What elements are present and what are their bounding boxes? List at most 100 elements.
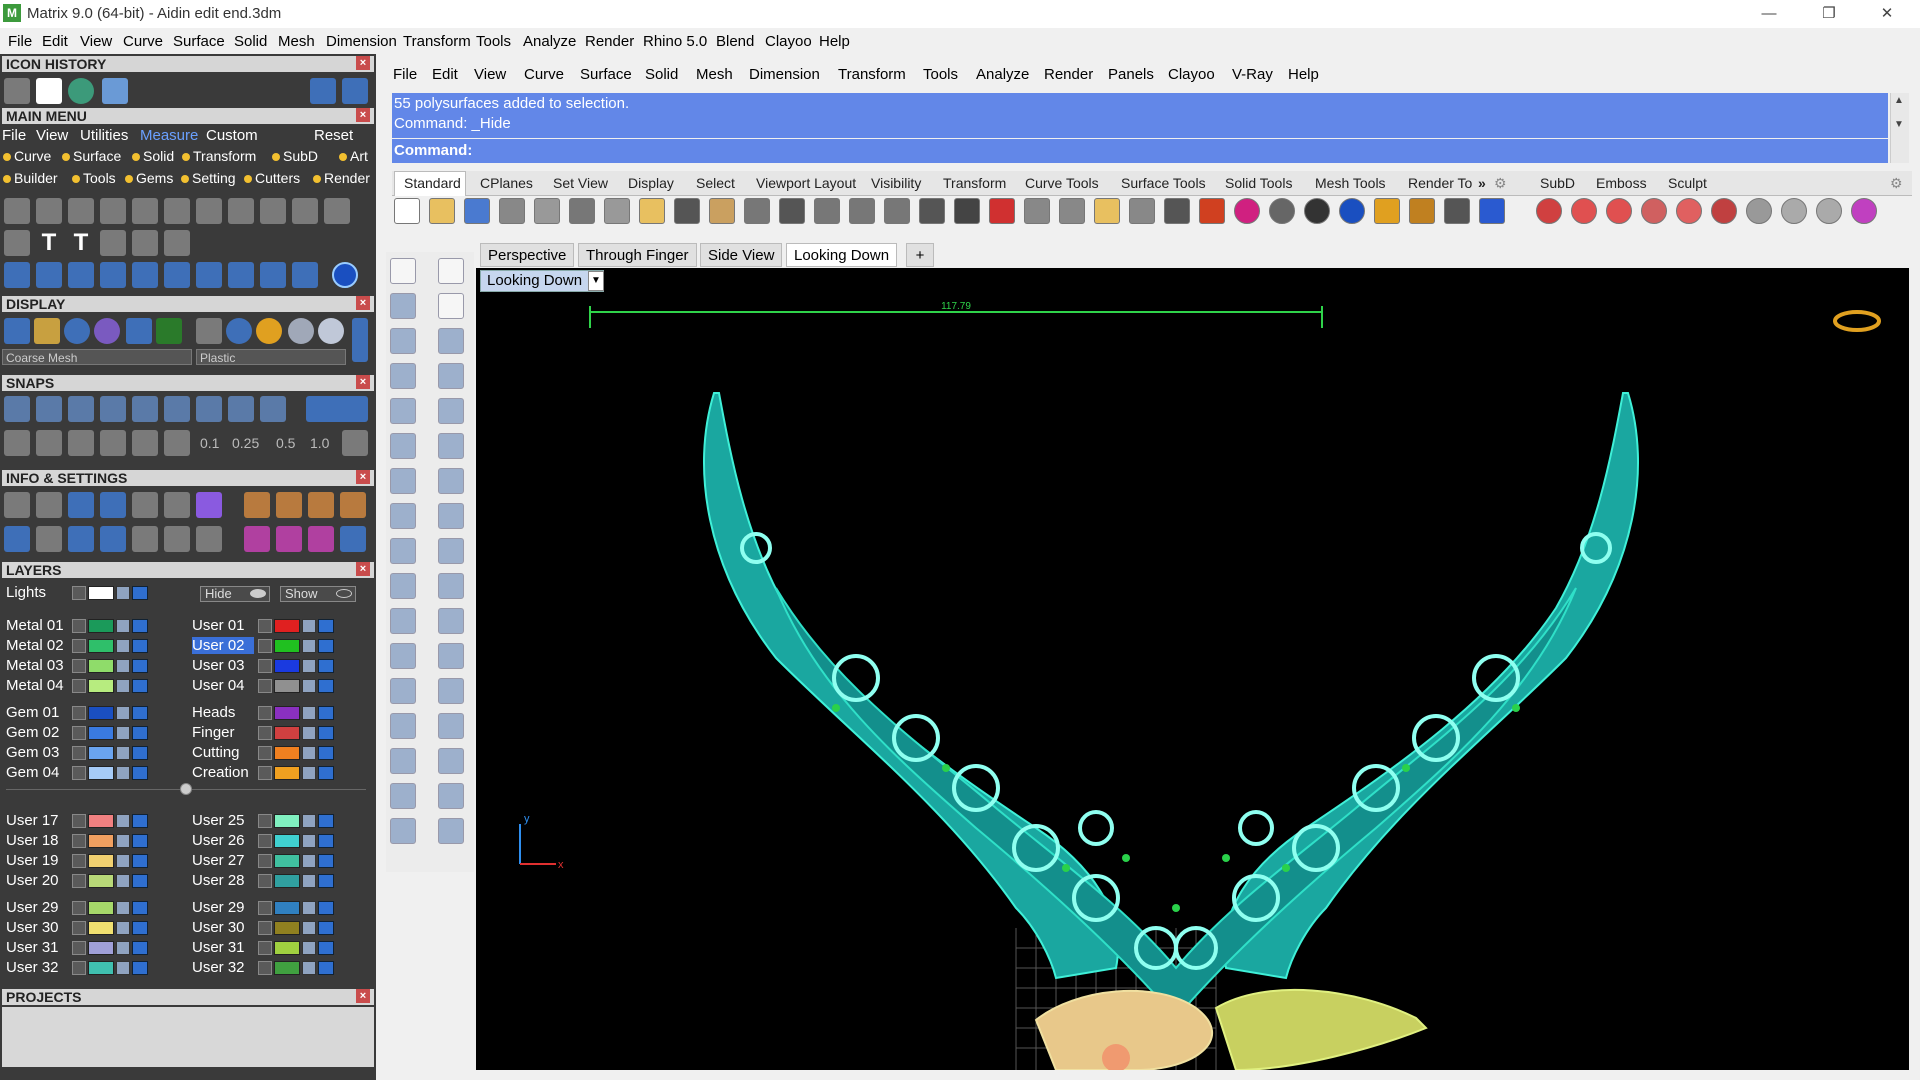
lock-icon[interactable] <box>116 726 130 740</box>
blue-material-icon[interactable] <box>226 318 252 344</box>
category-subd[interactable]: SubD <box>272 148 318 164</box>
text-tool-icon[interactable]: T <box>36 230 62 256</box>
outer-menu-edit[interactable]: Edit <box>42 33 68 50</box>
info-settings-close-icon[interactable]: × <box>356 470 370 484</box>
snap-icon[interactable] <box>1094 198 1120 224</box>
layer-name[interactable]: User 17 <box>6 812 68 829</box>
visibility-icon[interactable] <box>318 901 334 915</box>
layer-color-swatch[interactable] <box>274 901 300 915</box>
pen-icon[interactable] <box>1374 198 1400 224</box>
lock-icon[interactable] <box>302 874 316 888</box>
layers-info-icon[interactable] <box>100 492 126 518</box>
shaded-display-icon[interactable] <box>64 318 90 344</box>
rectangle-icon[interactable] <box>438 363 464 389</box>
help-icon[interactable] <box>1479 198 1505 224</box>
layer-name[interactable]: User 29 <box>6 899 68 916</box>
info-settings-header[interactable]: INFO & SETTINGS × <box>2 470 374 486</box>
layer-name[interactable]: User 18 <box>6 832 68 849</box>
car-icon[interactable] <box>989 198 1015 224</box>
lock-icon[interactable] <box>302 679 316 693</box>
four-views-icon[interactable] <box>954 198 980 224</box>
diameter-tool-icon[interactable] <box>260 198 286 224</box>
visibility-icon[interactable] <box>318 679 334 693</box>
category-render[interactable]: Render <box>313 170 370 186</box>
left-layer-row[interactable]: User 19 <box>6 852 176 870</box>
category-art[interactable]: Art <box>339 148 368 164</box>
color-wheel-icon[interactable] <box>1234 198 1260 224</box>
layer-name[interactable]: User 30 <box>6 919 68 936</box>
analyze-icon[interactable] <box>438 713 464 739</box>
layer-expand-icon[interactable] <box>72 961 86 975</box>
visibility-icon[interactable] <box>132 639 148 653</box>
layer-color-swatch[interactable] <box>88 854 114 868</box>
snaps-close-icon[interactable]: × <box>356 375 370 389</box>
question-icon[interactable] <box>1781 198 1807 224</box>
visibility-icon[interactable] <box>318 659 334 673</box>
outer-menu-blend[interactable]: Blend <box>716 33 754 50</box>
layer-color-swatch[interactable] <box>274 941 300 955</box>
category-cutters[interactable]: Cutters <box>244 170 300 186</box>
visibility-icon[interactable] <box>132 586 148 600</box>
layer-expand-icon[interactable] <box>258 961 272 975</box>
left-layer-row[interactable]: Metal 04 <box>6 677 176 695</box>
shoe-icon[interactable] <box>438 818 464 844</box>
selection-icon[interactable] <box>164 526 190 552</box>
lighting-info-icon[interactable] <box>276 526 302 552</box>
matrix-logo-icon[interactable] <box>68 78 94 104</box>
layer-expand-icon[interactable] <box>72 586 86 600</box>
open-folder-icon[interactable] <box>102 78 128 104</box>
lock-icon[interactable] <box>302 726 316 740</box>
hatch-tool-icon[interactable] <box>100 230 126 256</box>
measure-tool-icon[interactable] <box>100 198 126 224</box>
layer-expand-icon[interactable] <box>72 746 86 760</box>
hexagon-icon[interactable] <box>390 398 416 424</box>
layer-name[interactable]: Gem 04 <box>6 764 68 781</box>
snap-value-10[interactable]: 1.0 <box>310 435 329 451</box>
layer-expand-icon[interactable] <box>258 639 272 653</box>
outer-menu-view[interactable]: View <box>80 33 112 50</box>
layer-expand-icon[interactable] <box>258 746 272 760</box>
outer-menu-clayoo[interactable]: Clayoo <box>765 33 812 50</box>
hide-layers-button[interactable]: Hide <box>200 586 270 602</box>
history-back-icon[interactable] <box>310 78 336 104</box>
layer-color-swatch[interactable] <box>88 679 114 693</box>
outer-menu-render[interactable]: Render <box>585 33 634 50</box>
viewport-tab-looking-down[interactable]: Looking Down <box>786 243 898 267</box>
shaded-sphere-icon[interactable] <box>1304 198 1330 224</box>
history-tool-icon[interactable] <box>4 78 30 104</box>
layer-color-swatch[interactable] <box>274 726 300 740</box>
smart-track-icon[interactable] <box>132 430 158 456</box>
viewport-tab-side-view[interactable]: Side View <box>700 243 783 267</box>
outer-menu-dimension[interactable]: Dimension <box>326 33 397 50</box>
polygon-icon[interactable] <box>390 363 416 389</box>
layer-expand-icon[interactable] <box>258 726 272 740</box>
snap-point-icon[interactable] <box>68 396 94 422</box>
layer-name[interactable]: User 32 <box>6 959 68 976</box>
layer-color-swatch[interactable] <box>88 766 114 780</box>
layer-name[interactable]: Creation <box>192 764 254 781</box>
left-layer-row[interactable]: Gem 04 <box>6 764 176 782</box>
layer-color-swatch[interactable] <box>88 814 114 828</box>
layer-name[interactable]: User 03 <box>192 657 254 674</box>
rendered-display-icon[interactable] <box>94 318 120 344</box>
viewport-tab-perspective[interactable]: Perspective <box>480 243 575 267</box>
layer-color-swatch[interactable] <box>88 746 114 760</box>
polyline-icon[interactable] <box>390 293 416 319</box>
layer-name[interactable]: User 27 <box>192 852 254 869</box>
extrude-icon[interactable] <box>438 503 464 529</box>
history-forward-icon[interactable] <box>342 78 368 104</box>
array-grid-icon[interactable] <box>390 713 416 739</box>
layer-expand-icon[interactable] <box>258 854 272 868</box>
layer-name[interactable]: Metal 02 <box>6 637 68 654</box>
rhino-menu-analyze[interactable]: Analyze <box>976 66 1029 83</box>
category-tools[interactable]: Tools <box>72 170 116 186</box>
layer-name[interactable]: User 02 <box>192 637 254 654</box>
outer-menu-analyze[interactable]: Analyze <box>523 33 576 50</box>
align-tool-icon[interactable] <box>228 262 254 288</box>
snap-quad-icon[interactable] <box>228 396 254 422</box>
visibility-icon[interactable] <box>132 961 148 975</box>
material-select[interactable]: Plastic <box>196 349 346 365</box>
lock-icon[interactable] <box>116 659 130 673</box>
save-icon[interactable] <box>464 198 490 224</box>
layer-name[interactable]: User 31 <box>192 939 254 956</box>
